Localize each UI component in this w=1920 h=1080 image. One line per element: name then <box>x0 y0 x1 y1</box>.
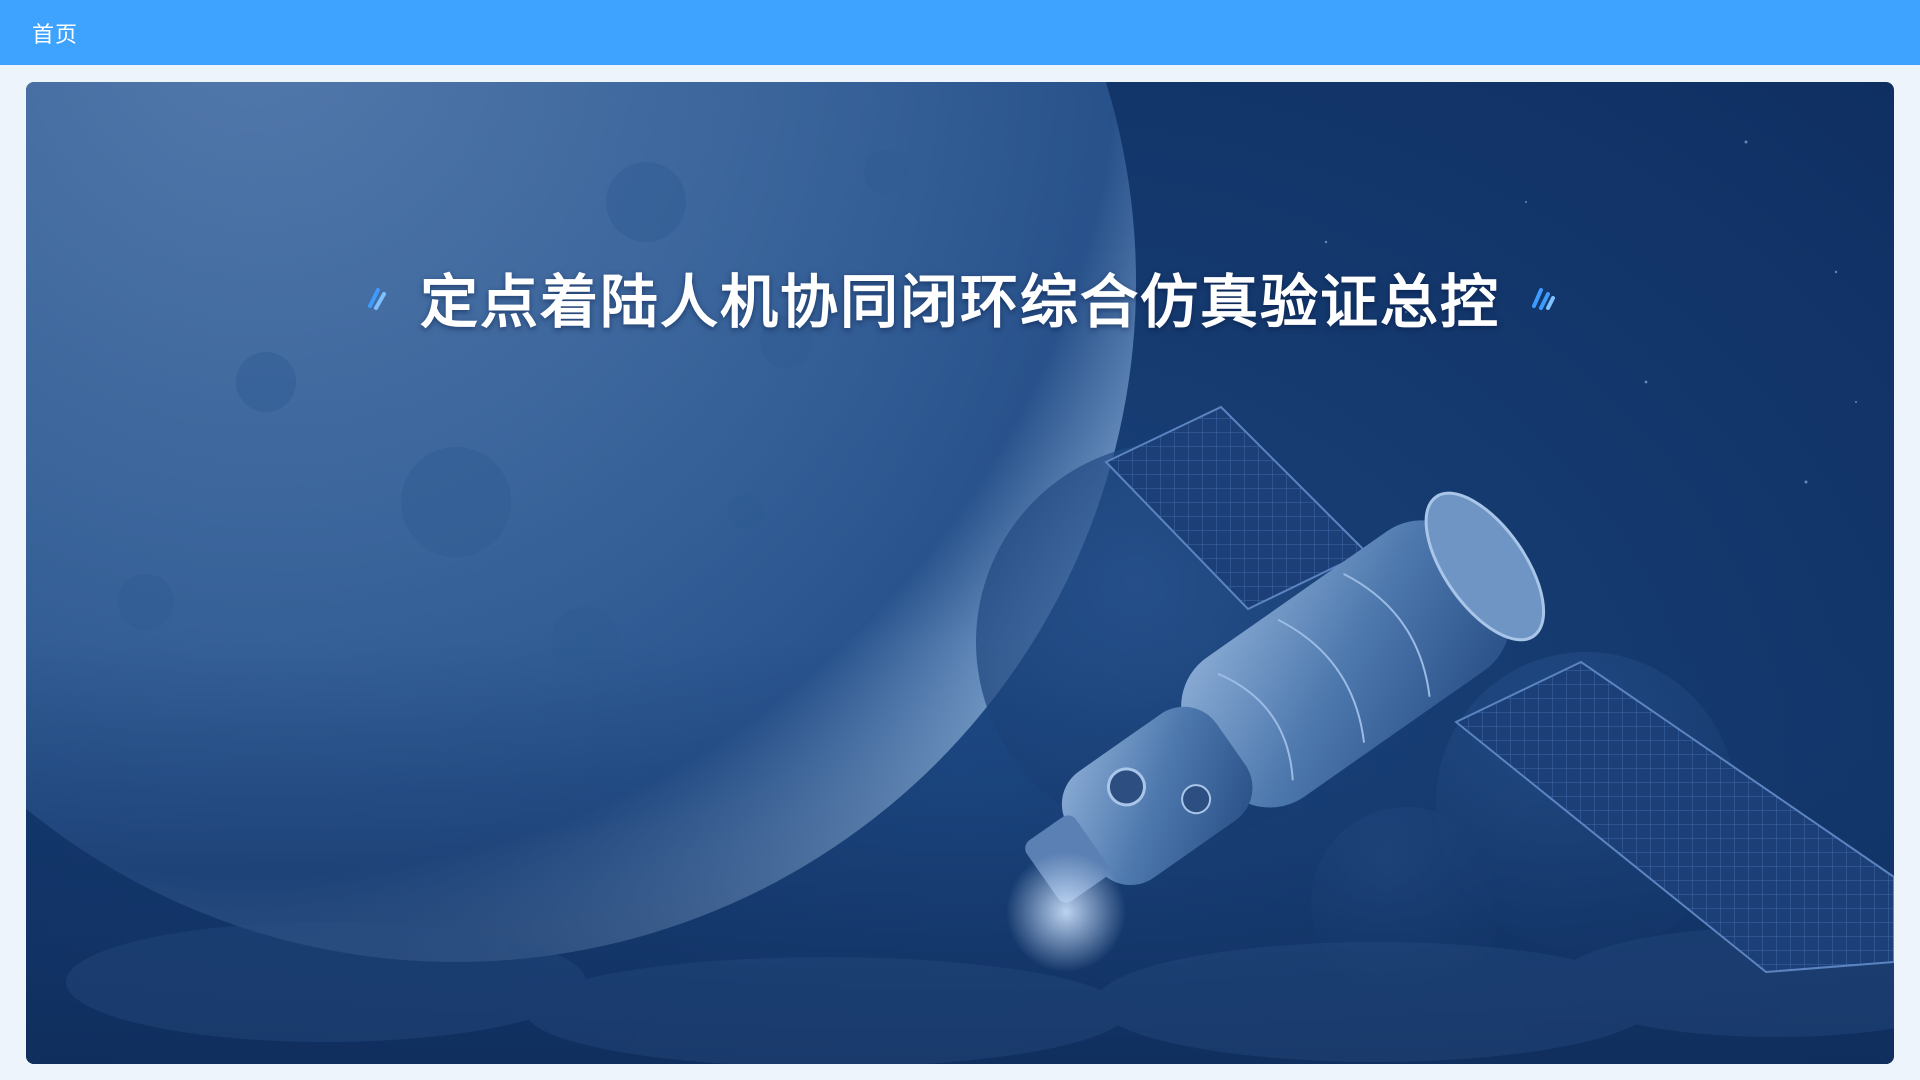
slash-marks-icon <box>367 288 386 310</box>
space-background-illustration <box>26 82 1894 1064</box>
page-title: 定点着陆人机协同闭环综合仿真验证总控 <box>419 268 1500 336</box>
top-navigation-bar: 首页 <box>0 0 1920 65</box>
title-row: 定点着陆人机协同闭环综合仿真验证总控 <box>26 252 1894 342</box>
main-panel: 定点着陆人机协同闭环综合仿真验证总控 <box>26 82 1894 1064</box>
engine-glow <box>1006 852 1126 972</box>
slash-marks-icon <box>1532 288 1555 310</box>
tab-home[interactable]: 首页 <box>32 17 78 49</box>
